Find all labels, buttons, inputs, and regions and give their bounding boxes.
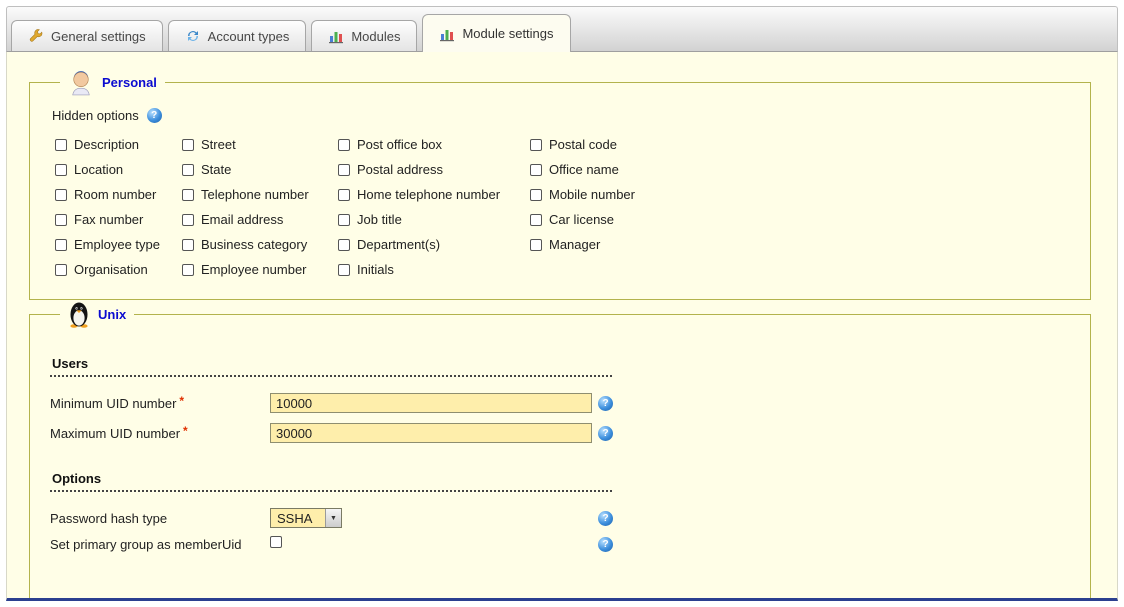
password-hash-row: Password hash type SSHA — [50, 508, 1078, 528]
checkbox-option-street[interactable]: Street — [182, 137, 338, 152]
checkbox-option-mobile-number[interactable]: Mobile number — [530, 187, 1078, 202]
tab-label: General settings — [51, 29, 146, 44]
checkbox[interactable] — [182, 239, 194, 251]
checkbox[interactable] — [182, 164, 194, 176]
tab-module-settings[interactable]: Module settings — [422, 14, 570, 52]
checkbox-option-email-address[interactable]: Email address — [182, 212, 338, 227]
modules-chart-icon — [328, 28, 344, 44]
unix-legend-label: Unix — [98, 307, 126, 322]
unix-legend: Unix — [60, 300, 134, 328]
password-hash-select[interactable]: SSHA — [270, 508, 342, 528]
help-icon[interactable] — [598, 426, 613, 441]
lam-server-profile-page: General settings Account types Modules M… — [0, 6, 1124, 607]
checkbox-option-fax-number[interactable]: Fax number — [55, 212, 182, 227]
password-hash-selected-value: SSHA — [271, 509, 325, 527]
checkbox-option-description[interactable]: Description — [55, 137, 182, 152]
minimum-uid-input[interactable] — [270, 393, 592, 413]
checkbox-option-room-number[interactable]: Room number — [55, 187, 182, 202]
checkbox-option-car-license[interactable]: Car license — [530, 212, 1078, 227]
account-types-icon — [185, 28, 201, 44]
checkbox[interactable] — [182, 189, 194, 201]
checkbox-option-initials[interactable]: Initials — [338, 262, 530, 277]
checkbox-option-postal-code[interactable]: Postal code — [530, 137, 1078, 152]
module-settings-chart-icon — [439, 26, 455, 42]
checkbox[interactable] — [530, 164, 542, 176]
member-uid-label: Set primary group as memberUid — [50, 537, 270, 552]
checkbox-option-employee-number[interactable]: Employee number — [182, 262, 338, 277]
hidden-options-row: Hidden options — [52, 108, 1078, 123]
maximum-uid-input[interactable] — [270, 423, 592, 443]
checkbox-option-office-name[interactable]: Office name — [530, 162, 1078, 177]
dropdown-arrow-icon — [325, 509, 341, 527]
checkbox[interactable] — [55, 239, 67, 251]
hidden-options-label: Hidden options — [52, 108, 139, 123]
checkbox[interactable] — [55, 264, 67, 276]
help-icon[interactable] — [598, 537, 613, 552]
checkbox[interactable] — [182, 264, 194, 276]
maximum-uid-row: Maximum UID number* — [50, 423, 1078, 443]
checkbox-option-departments[interactable]: Department(s) — [338, 237, 530, 252]
tab-label: Account types — [208, 29, 290, 44]
password-hash-label: Password hash type — [50, 511, 270, 526]
checkbox[interactable] — [338, 239, 350, 251]
checkbox[interactable] — [530, 239, 542, 251]
checkbox[interactable] — [338, 214, 350, 226]
options-section-header: Options — [50, 469, 612, 492]
checkbox-option-job-title[interactable]: Job title — [338, 212, 530, 227]
module-settings-content: Personal Hidden options Description Stre… — [6, 52, 1118, 601]
minimum-uid-row: Minimum UID number* — [50, 393, 1078, 413]
tab-label: Module settings — [462, 26, 553, 41]
tab-modules[interactable]: Modules — [311, 20, 417, 51]
personal-legend: Personal — [60, 68, 165, 96]
unix-fieldset: Unix Users Minimum UID number* Maximum U… — [29, 300, 1091, 600]
checkbox-option-state[interactable]: State — [182, 162, 338, 177]
checkbox[interactable] — [55, 189, 67, 201]
checkbox-option-employee-type[interactable]: Employee type — [55, 237, 182, 252]
minimum-uid-label: Minimum UID number* — [50, 396, 270, 411]
person-icon — [68, 68, 94, 96]
help-icon[interactable] — [147, 108, 162, 123]
member-uid-row: Set primary group as memberUid — [50, 535, 1078, 553]
personal-fieldset: Personal Hidden options Description Stre… — [29, 68, 1091, 300]
hidden-options-grid: Description Street Post office box Posta… — [55, 137, 1078, 277]
member-uid-checkbox[interactable] — [270, 536, 282, 548]
checkbox[interactable] — [55, 139, 67, 151]
checkbox[interactable] — [530, 139, 542, 151]
checkbox-option-location[interactable]: Location — [55, 162, 182, 177]
checkbox[interactable] — [55, 214, 67, 226]
help-icon[interactable] — [598, 511, 613, 526]
checkbox[interactable] — [530, 214, 542, 226]
checkbox[interactable] — [338, 164, 350, 176]
checkbox[interactable] — [55, 164, 67, 176]
tab-label: Modules — [351, 29, 400, 44]
checkbox[interactable] — [338, 189, 350, 201]
checkbox-option-manager[interactable]: Manager — [530, 237, 1078, 252]
tux-penguin-icon — [68, 300, 90, 328]
tab-bar: General settings Account types Modules M… — [6, 6, 1118, 52]
checkbox-option-telephone-number[interactable]: Telephone number — [182, 187, 338, 202]
maximum-uid-label: Maximum UID number* — [50, 426, 270, 441]
checkbox[interactable] — [182, 139, 194, 151]
checkbox[interactable] — [338, 139, 350, 151]
tab-account-types[interactable]: Account types — [168, 20, 307, 51]
checkbox-option-postal-address[interactable]: Postal address — [338, 162, 530, 177]
checkbox-option-post-office-box[interactable]: Post office box — [338, 137, 530, 152]
checkbox-option-business-category[interactable]: Business category — [182, 237, 338, 252]
checkbox[interactable] — [182, 214, 194, 226]
required-asterisk: * — [183, 424, 188, 438]
help-icon[interactable] — [598, 396, 613, 411]
checkbox-option-home-telephone-number[interactable]: Home telephone number — [338, 187, 530, 202]
checkbox-option-organisation[interactable]: Organisation — [55, 262, 182, 277]
users-section-header: Users — [50, 354, 612, 377]
checkbox[interactable] — [530, 189, 542, 201]
checkbox[interactable] — [338, 264, 350, 276]
wrench-icon — [28, 28, 44, 44]
tab-general-settings[interactable]: General settings — [11, 20, 163, 51]
required-asterisk: * — [179, 394, 184, 408]
personal-legend-label: Personal — [102, 75, 157, 90]
